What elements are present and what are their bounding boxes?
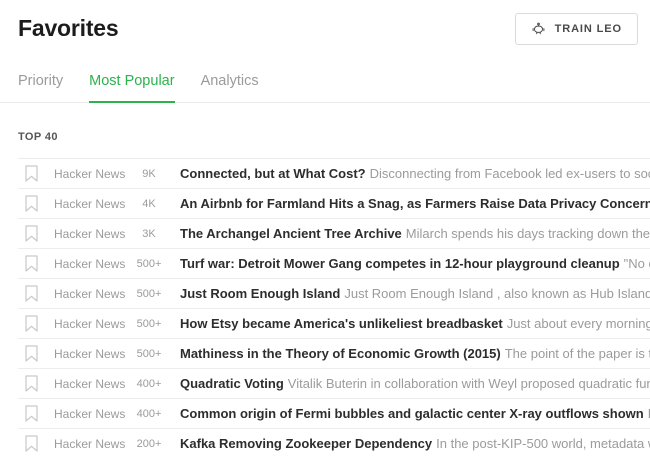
bookmark-icon[interactable] [25, 255, 38, 272]
bookmark-icon[interactable] [25, 285, 38, 302]
article-row[interactable]: Hacker News 500+ Turf war: Detroit Mower… [18, 248, 650, 278]
article-source: Hacker News [54, 167, 128, 181]
article-title[interactable]: Just Room Enough Island [180, 286, 340, 301]
bookmark-icon[interactable] [25, 315, 38, 332]
article-engagement-count: 400+ [128, 378, 170, 390]
article-engagement-count: 9K [128, 168, 170, 180]
article-row[interactable]: Hacker News 400+ Quadratic Voting Vitalik… [18, 368, 650, 398]
article-title-line[interactable]: Turf war: Detroit Mower Gang competes in… [180, 249, 650, 279]
article-source: Hacker News [54, 317, 128, 331]
article-title-line[interactable]: The Archangel Ancient Tree Archive Milarc… [180, 219, 650, 249]
article-summary: Milarch spends his days tracking down th… [406, 226, 650, 241]
article-title[interactable]: Connected, but at What Cost? [180, 166, 366, 181]
bookmark-icon[interactable] [25, 225, 38, 242]
article-row[interactable]: Hacker News 4K An Airbnb for Farmland Hi… [18, 188, 650, 218]
bookmark-icon[interactable] [25, 435, 38, 452]
page-title: Favorites [18, 13, 118, 43]
article-title[interactable]: How Etsy became America's unlikeliest br… [180, 316, 503, 331]
article-source: Hacker News [54, 437, 128, 451]
article-engagement-count: 200+ [128, 438, 170, 450]
article-summary: "No one owns [624, 256, 650, 271]
section-label: TOP 40 [18, 131, 632, 143]
article-title[interactable]: Kafka Removing Zookeeper Dependency [180, 436, 432, 451]
article-summary: Vitalik Buterin in collaboration with We… [288, 376, 650, 391]
bookmark-icon[interactable] [25, 345, 38, 362]
tab-bar: Priority Most Popular Analytics [0, 73, 650, 103]
article-summary: Disconnecting from Facebook led ex-users… [370, 166, 650, 181]
article-row[interactable]: Hacker News 500+ Mathiness in the Theory… [18, 338, 650, 368]
article-title[interactable]: Turf war: Detroit Mower Gang competes in… [180, 256, 620, 271]
article-row[interactable]: Hacker News 200+ Kafka Removing Zookeepe… [18, 428, 650, 458]
article-title-line[interactable]: Common origin of Fermi bubbles and galac… [180, 399, 650, 429]
article-summary: In the post-KIP-500 world, metadata will… [436, 436, 650, 451]
article-list: Hacker News 9K Connected, but at What Co… [0, 158, 650, 458]
article-engagement-count: 500+ [128, 288, 170, 300]
page-header: Favorites TRAIN LEO [0, 0, 650, 45]
article-row[interactable]: Hacker News 9K Connected, but at What Co… [18, 158, 650, 188]
article-title-line[interactable]: Mathiness in the Theory of Economic Grow… [180, 339, 650, 369]
article-title[interactable]: Common origin of Fermi bubbles and galac… [180, 406, 644, 421]
bookmark-icon[interactable] [25, 375, 38, 392]
article-summary: The point of the paper is that if we [505, 346, 650, 361]
article-source: Hacker News [54, 287, 128, 301]
tab-most-popular[interactable]: Most Popular [89, 73, 174, 103]
article-source: Hacker News [54, 347, 128, 361]
article-row[interactable]: Hacker News 3K The Archangel Ancient Tre… [18, 218, 650, 248]
article-engagement-count: 500+ [128, 258, 170, 270]
article-engagement-count: 4K [128, 198, 170, 210]
train-leo-button[interactable]: TRAIN LEO [515, 13, 638, 45]
article-title[interactable]: An Airbnb for Farmland Hits a Snag, as F… [180, 196, 650, 211]
bookmark-icon[interactable] [25, 405, 38, 422]
bookmark-icon[interactable] [25, 195, 38, 212]
tab-analytics[interactable]: Analytics [201, 73, 259, 103]
article-source: Hacker News [54, 407, 128, 421]
train-leo-button-label: TRAIN LEO [555, 23, 622, 35]
article-source: Hacker News [54, 227, 128, 241]
article-title-line[interactable]: Quadratic Voting Vitalik Buterin in colla… [180, 369, 650, 399]
article-source: Hacker News [54, 377, 128, 391]
article-title-line[interactable]: How Etsy became America's unlikeliest br… [180, 309, 650, 339]
article-title[interactable]: Quadratic Voting [180, 376, 284, 391]
article-title[interactable]: Mathiness in the Theory of Economic Grow… [180, 346, 501, 361]
article-title-line[interactable]: Connected, but at What Cost? Disconnectin… [180, 159, 650, 189]
article-engagement-count: 500+ [128, 318, 170, 330]
article-title-line[interactable]: Kafka Removing Zookeeper Dependency In th… [180, 429, 650, 459]
tab-priority[interactable]: Priority [18, 73, 63, 103]
article-row[interactable]: Hacker News 500+ Just Room Enough Island… [18, 278, 650, 308]
article-engagement-count: 3K [128, 228, 170, 240]
article-row[interactable]: Hacker News 500+ How Etsy became America… [18, 308, 650, 338]
article-title-line[interactable]: Just Room Enough Island Just Room Enough … [180, 279, 650, 309]
article-source: Hacker News [54, 257, 128, 271]
bookmark-icon[interactable] [25, 165, 38, 182]
article-engagement-count: 400+ [128, 408, 170, 420]
article-title[interactable]: The Archangel Ancient Tree Archive [180, 226, 402, 241]
article-row[interactable]: Hacker News 400+ Common origin of Fermi … [18, 398, 650, 428]
leo-robot-icon [531, 22, 546, 37]
article-summary: Just about every morning since An [507, 316, 650, 331]
article-source: Hacker News [54, 197, 128, 211]
article-title-line[interactable]: An Airbnb for Farmland Hits a Snag, as F… [180, 189, 650, 219]
article-summary: Just Room Enough Island , also known as … [344, 286, 650, 301]
article-engagement-count: 500+ [128, 348, 170, 360]
